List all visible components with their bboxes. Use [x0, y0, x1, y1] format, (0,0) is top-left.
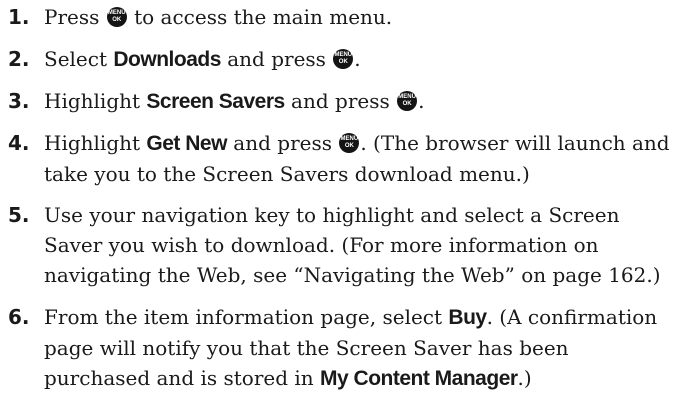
step-number: 4.: [8, 131, 30, 155]
menu-ok-key-icon: MENU OK: [333, 49, 354, 69]
menu-option-downloads: Downloads: [113, 48, 221, 71]
menu-option-get-new: Get New: [146, 132, 227, 155]
menu-ok-key-icon: MENU OK: [339, 133, 360, 153]
step-number: 3.: [8, 89, 30, 113]
menu-option-my-content-manager: My Content Manager: [320, 367, 518, 390]
step-text: Press MENU OK to access the main menu.: [44, 5, 393, 29]
step-text: Highlight Get New and press MENU OK. (The…: [44, 131, 670, 186]
step-text: Select Downloads and press MENU OK.: [44, 47, 361, 71]
menu-ok-key-icon: MENU OK: [397, 91, 418, 111]
menu-option-screen-savers: Screen Savers: [146, 90, 285, 113]
menu-option-buy: Buy: [448, 306, 487, 329]
menu-ok-key-icon: MENU OK: [106, 7, 127, 27]
step-text: Use your navigation key to highlight and…: [44, 203, 661, 287]
step-number: 2.: [8, 47, 30, 71]
step-number: 6.: [8, 305, 30, 329]
step-text: Highlight Screen Savers and press MENU OK…: [44, 89, 425, 113]
step-text: From the item information page, select B…: [44, 305, 658, 390]
step-number: 5.: [8, 203, 30, 227]
step-number: 1.: [8, 5, 30, 29]
